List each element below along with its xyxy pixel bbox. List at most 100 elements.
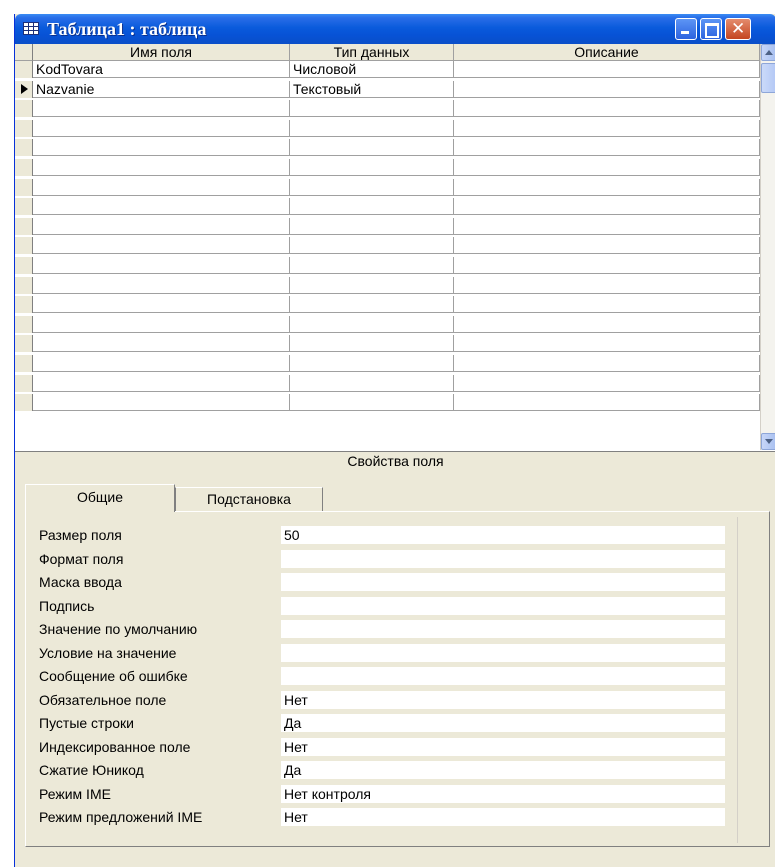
data-type-cell[interactable] [290, 394, 454, 411]
record-selector[interactable] [15, 237, 33, 254]
property-value-field[interactable] [281, 596, 725, 615]
field-name-cell[interactable] [33, 257, 290, 274]
record-selector[interactable] [15, 296, 33, 313]
record-selector[interactable] [15, 277, 33, 294]
table-row[interactable] [15, 159, 760, 176]
scroll-down-icon[interactable] [761, 433, 775, 450]
data-type-cell[interactable] [290, 296, 454, 313]
field-name-cell[interactable]: Nazvanie [33, 81, 290, 98]
table-row[interactable] [15, 375, 760, 392]
record-selector[interactable] [15, 375, 33, 392]
table-row[interactable] [15, 179, 760, 196]
table-row[interactable] [15, 335, 760, 352]
field-name-cell[interactable] [33, 179, 290, 196]
tab-lookup[interactable]: Подстановка [175, 487, 323, 511]
maximize-icon[interactable] [700, 18, 722, 40]
description-cell[interactable] [454, 394, 760, 411]
data-type-cell[interactable] [290, 120, 454, 137]
title-bar[interactable]: Таблица1 : таблица [15, 14, 775, 44]
minimize-icon[interactable] [675, 18, 697, 40]
table-row[interactable] [15, 316, 760, 333]
table-row[interactable] [15, 198, 760, 215]
property-value-field[interactable] [281, 643, 725, 662]
data-type-cell[interactable]: Текстовый [290, 81, 454, 98]
table-row[interactable] [15, 277, 760, 294]
data-type-cell[interactable] [290, 316, 454, 333]
data-type-cell[interactable] [290, 179, 454, 196]
property-value-field[interactable] [281, 573, 725, 591]
property-value-field[interactable]: Нет [281, 808, 725, 826]
table-row[interactable] [15, 296, 760, 313]
scroll-up-icon[interactable] [761, 44, 775, 61]
description-cell[interactable] [454, 316, 760, 333]
field-name-cell[interactable] [33, 120, 290, 137]
table-row[interactable] [15, 355, 760, 372]
table-row[interactable] [15, 257, 760, 274]
data-type-cell[interactable] [290, 257, 454, 274]
property-value-field[interactable] [281, 549, 725, 568]
column-header-field-name[interactable]: Имя поля [33, 44, 290, 61]
description-cell[interactable] [454, 257, 760, 274]
data-type-cell[interactable] [290, 198, 454, 215]
field-name-cell[interactable]: KodTovara [33, 61, 290, 78]
record-selector[interactable] [15, 120, 33, 137]
record-selector[interactable] [15, 139, 33, 156]
record-selector[interactable] [15, 179, 33, 196]
property-value-field[interactable]: Да [281, 714, 725, 732]
data-type-cell[interactable] [290, 375, 454, 392]
description-cell[interactable] [454, 159, 760, 176]
record-selector[interactable] [15, 81, 33, 98]
data-type-cell[interactable] [290, 218, 454, 235]
scroll-thumb[interactable] [761, 63, 775, 93]
description-cell[interactable] [454, 61, 760, 78]
property-value-field[interactable]: Нет [281, 737, 725, 756]
record-selector[interactable] [15, 159, 33, 176]
description-cell[interactable] [454, 139, 760, 156]
table-row[interactable] [15, 139, 760, 156]
table-row[interactable]: Nazvanie Текстовый [15, 81, 760, 98]
column-header-description[interactable]: Описание [454, 44, 760, 61]
property-value-field[interactable]: Да [281, 761, 725, 779]
description-cell[interactable] [454, 120, 760, 137]
table-row[interactable] [15, 120, 760, 137]
property-value-field[interactable] [281, 667, 725, 685]
data-type-cell[interactable] [290, 355, 454, 372]
description-cell[interactable] [454, 179, 760, 196]
field-name-cell[interactable] [33, 139, 290, 156]
table-row[interactable] [15, 100, 760, 117]
field-name-cell[interactable] [33, 335, 290, 352]
property-value-field[interactable] [281, 620, 725, 638]
property-value-field[interactable]: Нет [281, 690, 725, 709]
description-cell[interactable] [454, 335, 760, 352]
field-name-cell[interactable] [33, 198, 290, 215]
field-name-cell[interactable] [33, 355, 290, 372]
description-cell[interactable] [454, 81, 760, 98]
description-cell[interactable] [454, 100, 760, 117]
record-selector[interactable] [15, 335, 33, 352]
record-selector[interactable] [15, 100, 33, 117]
record-selector[interactable] [15, 257, 33, 274]
record-selector[interactable] [15, 61, 33, 78]
data-type-cell[interactable] [290, 159, 454, 176]
table-row[interactable] [15, 218, 760, 235]
description-cell[interactable] [454, 218, 760, 235]
record-selector[interactable] [15, 394, 33, 411]
column-header-data-type[interactable]: Тип данных [290, 44, 454, 61]
table-row[interactable] [15, 237, 760, 254]
record-selector[interactable] [15, 316, 33, 333]
field-name-cell[interactable] [33, 100, 290, 117]
property-value-field[interactable]: Нет контроля [281, 784, 725, 803]
tab-general[interactable]: Общие [25, 484, 175, 512]
grid-scrollbar[interactable] [760, 44, 775, 450]
data-type-cell[interactable] [290, 237, 454, 254]
data-type-cell[interactable] [290, 335, 454, 352]
data-type-cell[interactable] [290, 277, 454, 294]
description-cell[interactable] [454, 355, 760, 372]
data-type-cell[interactable] [290, 139, 454, 156]
table-row[interactable]: KodTovara Числовой [15, 61, 760, 78]
field-name-cell[interactable] [33, 237, 290, 254]
close-icon[interactable] [725, 18, 751, 40]
field-name-cell[interactable] [33, 296, 290, 313]
field-name-cell[interactable] [33, 316, 290, 333]
table-row[interactable] [15, 394, 760, 411]
